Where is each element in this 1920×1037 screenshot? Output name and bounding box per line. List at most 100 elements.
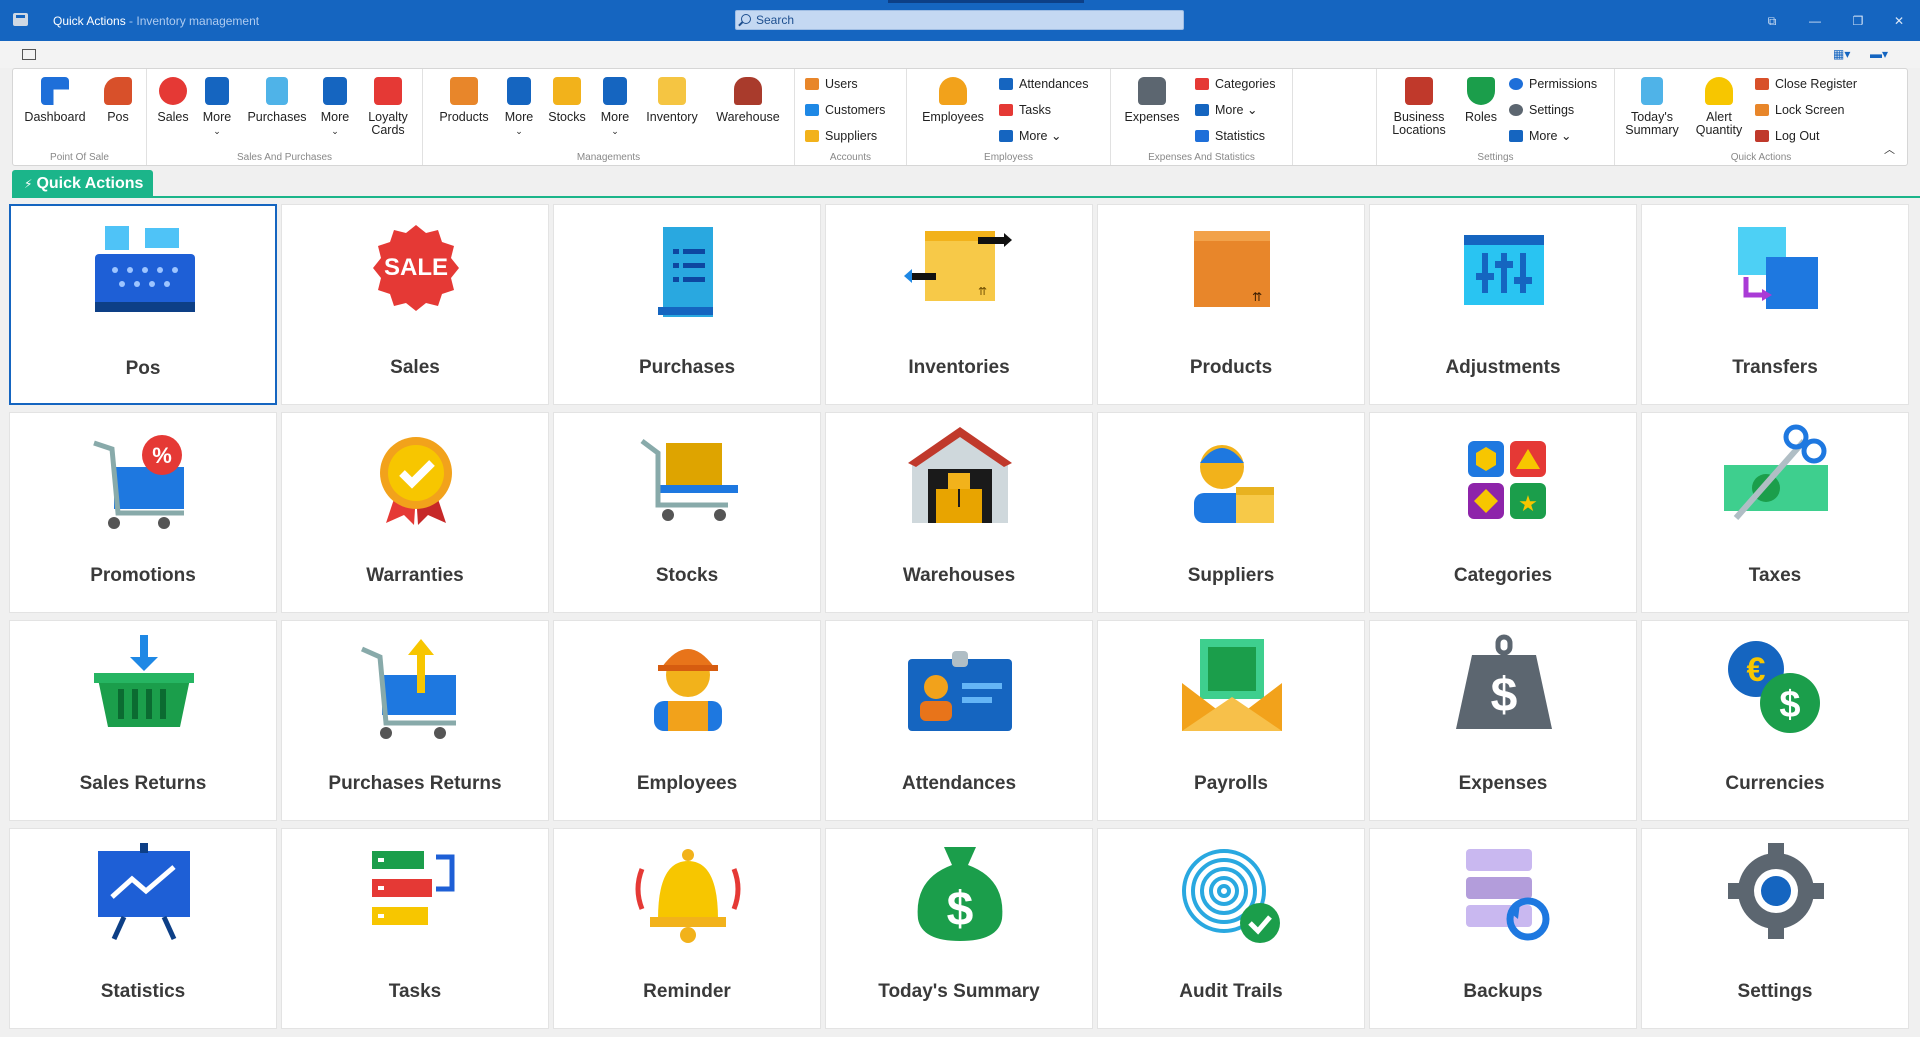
tile-employees[interactable]: Employees <box>553 620 821 821</box>
quick-access-icon[interactable] <box>22 49 36 60</box>
ribbon-group-empty <box>1293 69 1377 165</box>
employees-label: Employees <box>922 110 984 124</box>
tile-currencies[interactable]: € $ Currencies <box>1641 620 1909 821</box>
maximize-button[interactable]: ❐ <box>1843 12 1873 30</box>
customers-button[interactable]: Customers <box>805 101 885 119</box>
warehouse-icon <box>900 423 1020 533</box>
tile-label: Promotions <box>90 565 196 586</box>
tile-taxes[interactable]: Taxes <box>1641 412 1909 613</box>
products-button[interactable]: Products <box>433 77 495 124</box>
tile-backups[interactable]: Backups <box>1369 828 1637 1029</box>
minimize-button[interactable]: — <box>1800 12 1830 30</box>
tile-inventories[interactable]: ⇈ Inventories <box>825 204 1093 405</box>
receipt-icon <box>628 215 748 325</box>
expenses-more-button[interactable]: More ⌄ <box>1195 101 1257 119</box>
tile-label: Reminder <box>643 981 731 1002</box>
loyalty-cards-button[interactable]: Loyalty Cards <box>359 77 417 137</box>
taxes-icon <box>1716 423 1836 533</box>
tile-attendances[interactable]: Attendances <box>825 620 1093 821</box>
settings-more-button[interactable]: More ⌄ <box>1509 127 1571 145</box>
suppliers-button[interactable]: Suppliers <box>805 127 877 145</box>
permissions-button[interactable]: Permissions <box>1509 75 1597 93</box>
collapse-ribbon-icon[interactable]: ︿ <box>1884 141 1895 157</box>
supplier-icon <box>1172 423 1292 533</box>
theme-icon[interactable]: ▬▾ <box>1870 47 1888 61</box>
tile-sales-returns[interactable]: Sales Returns <box>9 620 277 821</box>
tile-warranties[interactable]: Warranties <box>281 412 549 613</box>
business-locations-button[interactable]: Business Locations <box>1385 77 1453 137</box>
stocks-button[interactable]: Stocks <box>543 77 591 124</box>
tab-strip: ⚡ Quick Actions <box>12 170 1920 198</box>
tile-transfers[interactable]: Transfers <box>1641 204 1909 405</box>
tile-today-s-summary[interactable]: $ Today's Summary <box>825 828 1093 1029</box>
statistics-button[interactable]: Statistics <box>1195 127 1265 145</box>
users-button[interactable]: Users <box>805 75 858 93</box>
more-icon <box>323 77 347 105</box>
purchases-more-button[interactable]: More ⌄ <box>315 77 355 138</box>
attendances-button[interactable]: Attendances <box>999 75 1089 93</box>
tile-products[interactable]: ⇈ Products <box>1097 204 1365 405</box>
svg-text:SALE: SALE <box>384 254 448 281</box>
log-out-button[interactable]: Log Out <box>1755 127 1819 145</box>
more-icon <box>1509 130 1523 142</box>
sales-button[interactable]: Sales <box>153 77 193 124</box>
app-icon[interactable] <box>13 13 28 26</box>
purchases-button[interactable]: Purchases <box>241 77 313 124</box>
stocks-more-button[interactable]: More ⌄ <box>595 77 635 138</box>
more-icon <box>507 77 531 105</box>
receipt-icon <box>266 77 288 105</box>
tile-promotions[interactable]: % Promotions <box>9 412 277 613</box>
more-label: More <box>504 110 534 124</box>
tasks-button[interactable]: Tasks <box>999 101 1051 119</box>
svg-text:%: % <box>152 443 172 468</box>
tile-purchases[interactable]: Purchases <box>553 204 821 405</box>
employees-more-button[interactable]: More ⌄ <box>999 127 1061 145</box>
lock-screen-button[interactable]: Lock Screen <box>1755 101 1844 119</box>
ribbon-group-quick-actions: Today's Summary Alert Quantity Close Reg… <box>1615 69 1907 165</box>
tab-quick-actions[interactable]: ⚡ Quick Actions <box>12 170 154 198</box>
tile-sales[interactable]: SALE Sales <box>281 204 549 405</box>
dashboard-button[interactable]: Dashboard <box>23 77 87 124</box>
employees-button[interactable]: Employees <box>915 77 991 124</box>
tile-purchases-returns[interactable]: Purchases Returns <box>281 620 549 821</box>
window-title-sub: - Inventory management <box>125 14 260 28</box>
supplier-icon <box>805 130 819 142</box>
tile-warehouses[interactable]: Warehouses <box>825 412 1093 613</box>
users-icon <box>805 78 819 90</box>
purchases-label: Purchases <box>247 110 307 124</box>
restore-layout-button[interactable]: ⧉ <box>1757 12 1787 30</box>
close-button[interactable]: ✕ <box>1884 12 1914 30</box>
expenses-button[interactable]: Expenses <box>1117 77 1187 124</box>
tile-statistics[interactable]: Statistics <box>9 828 277 1029</box>
pos-button[interactable]: Pos <box>98 77 138 124</box>
sale-badge-icon: SALE <box>356 215 476 325</box>
gear-icon <box>1509 104 1523 116</box>
tile-payrolls[interactable]: Payrolls <box>1097 620 1365 821</box>
settings-button[interactable]: Settings <box>1509 101 1574 119</box>
tile-audit-trails[interactable]: Audit Trails <box>1097 828 1365 1029</box>
tile-label: Sales <box>390 357 440 378</box>
tile-suppliers[interactable]: Suppliers <box>1097 412 1365 613</box>
categories-button[interactable]: Categories <box>1195 75 1275 93</box>
tile-tasks[interactable]: Tasks <box>281 828 549 1029</box>
close-register-button[interactable]: Close Register <box>1755 75 1857 93</box>
more-label: More <box>1019 129 1048 143</box>
tile-pos[interactable]: Pos <box>9 204 277 405</box>
layout-icon[interactable]: ▦▾ <box>1833 47 1850 61</box>
tile-expenses[interactable]: $ Expenses <box>1369 620 1637 821</box>
todays-summary-button[interactable]: Today's Summary <box>1621 77 1683 137</box>
products-more-button[interactable]: More ⌄ <box>499 77 539 138</box>
permissions-icon <box>1509 78 1523 90</box>
tile-adjustments[interactable]: Adjustments <box>1369 204 1637 405</box>
sales-more-button[interactable]: More ⌄ <box>197 77 237 138</box>
inventory-button[interactable]: Inventory <box>639 77 705 124</box>
tile-settings[interactable]: Settings <box>1641 828 1909 1029</box>
roles-button[interactable]: Roles <box>1459 77 1503 124</box>
tile-reminder[interactable]: Reminder <box>553 828 821 1029</box>
settings-gear-icon <box>1716 839 1836 949</box>
warehouse-button[interactable]: Warehouse <box>711 77 785 124</box>
search-input[interactable]: Search <box>735 10 1184 30</box>
tile-categories[interactable]: ★ Categories <box>1369 412 1637 613</box>
alert-quantity-button[interactable]: Alert Quantity <box>1691 77 1747 137</box>
tile-stocks[interactable]: Stocks <box>553 412 821 613</box>
